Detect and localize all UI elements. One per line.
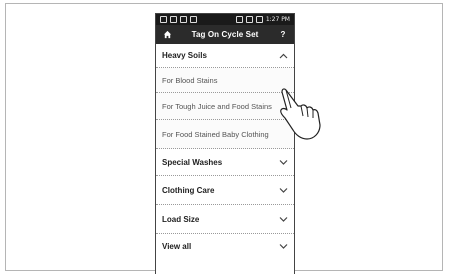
section-label: View all xyxy=(162,241,192,251)
chevron-down-icon xyxy=(278,157,288,167)
battery-icon xyxy=(255,16,263,23)
list-item-label: For Tough Juice and Food Stains xyxy=(162,101,272,111)
status-time: 1:27 PM xyxy=(265,16,290,23)
app-bar: Tag On Cycle Set ? xyxy=(156,25,294,44)
list-item-blood-stains[interactable]: For Blood Stains xyxy=(156,68,294,93)
chevron-down-icon xyxy=(278,185,288,195)
section-special-washes[interactable]: Special Washes xyxy=(156,149,294,176)
status-bar: 1:27 PM xyxy=(156,14,294,25)
help-button[interactable]: ? xyxy=(278,30,288,39)
home-icon[interactable] xyxy=(162,30,172,40)
app-title: Tag On Cycle Set xyxy=(191,30,259,39)
list-item-label: For Food Stained Baby Clothing xyxy=(162,129,269,139)
notification-icon xyxy=(160,16,167,23)
notification-icon xyxy=(170,16,177,23)
section-heavy-soils[interactable]: Heavy Soils xyxy=(156,44,294,68)
notification-icon xyxy=(180,16,187,23)
phone-screen: 1:27 PM Tag On Cycle Set ? Heavy Soils F… xyxy=(155,13,295,274)
chevron-down-icon xyxy=(278,214,288,224)
section-label: Clothing Care xyxy=(162,185,215,195)
list-item-label: For Blood Stains xyxy=(162,75,218,85)
section-clothing-care[interactable]: Clothing Care xyxy=(156,176,294,205)
section-label: Special Washes xyxy=(162,157,223,167)
notification-icon xyxy=(190,16,197,23)
signal-icon xyxy=(245,16,253,23)
pointing-hand-icon xyxy=(276,86,326,149)
chevron-up-icon xyxy=(278,51,288,61)
section-label: Load Size xyxy=(162,214,200,224)
section-load-size[interactable]: Load Size xyxy=(156,205,294,234)
list-item-baby-clothing[interactable]: For Food Stained Baby Clothing xyxy=(156,120,294,149)
list-item-juice-food-stains[interactable]: For Tough Juice and Food Stains xyxy=(156,93,294,120)
section-view-all[interactable]: View all xyxy=(156,234,294,258)
wifi-icon xyxy=(235,16,243,23)
chevron-down-icon xyxy=(278,241,288,251)
section-label: Heavy Soils xyxy=(162,51,207,60)
